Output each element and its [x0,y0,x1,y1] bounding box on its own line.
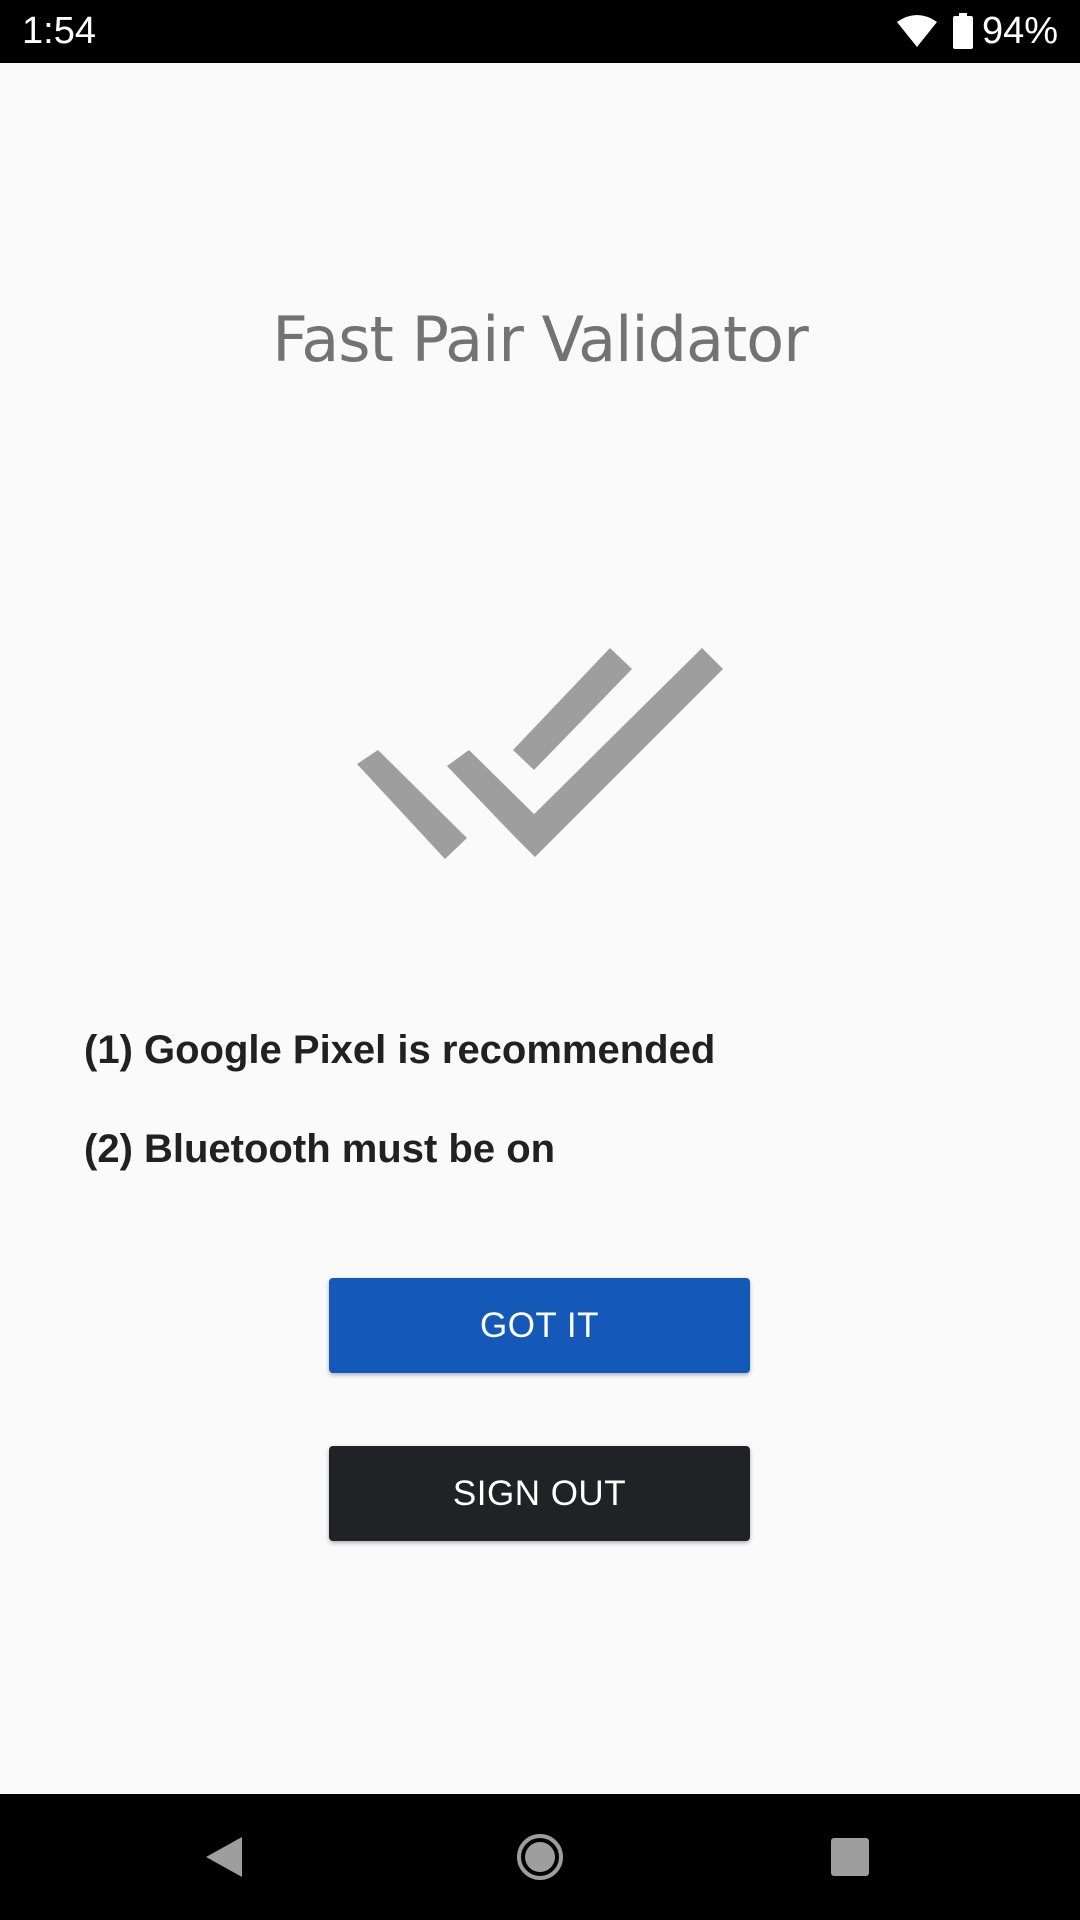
navigation-bar [0,1794,1080,1920]
status-indicators: 94% [896,8,1058,54]
status-time: 1:54 [22,10,96,52]
app-title: Fast Pair Validator [272,303,808,376]
home-icon [517,1834,563,1880]
recents-button[interactable] [770,1794,930,1920]
requirement-pixel: (1) Google Pixel is recommended [84,1028,716,1072]
back-icon [206,1837,242,1877]
battery-icon [952,13,973,49]
home-button[interactable] [460,1794,620,1920]
battery-percent: 94% [981,10,1058,52]
recents-icon [831,1838,869,1876]
got-it-button[interactable]: GOT IT [329,1278,750,1373]
double-check-icon [357,648,723,859]
wifi-icon [896,15,937,47]
requirements-list: (1) Google Pixel is recommended (2) Blue… [84,1025,984,1174]
back-button[interactable] [145,1794,305,1920]
sign-out-button[interactable]: SIGN OUT [329,1446,750,1541]
requirement-bluetooth: (2) Bluetooth must be on [84,1127,556,1171]
status-bar: 1:54 94% [0,0,1080,63]
